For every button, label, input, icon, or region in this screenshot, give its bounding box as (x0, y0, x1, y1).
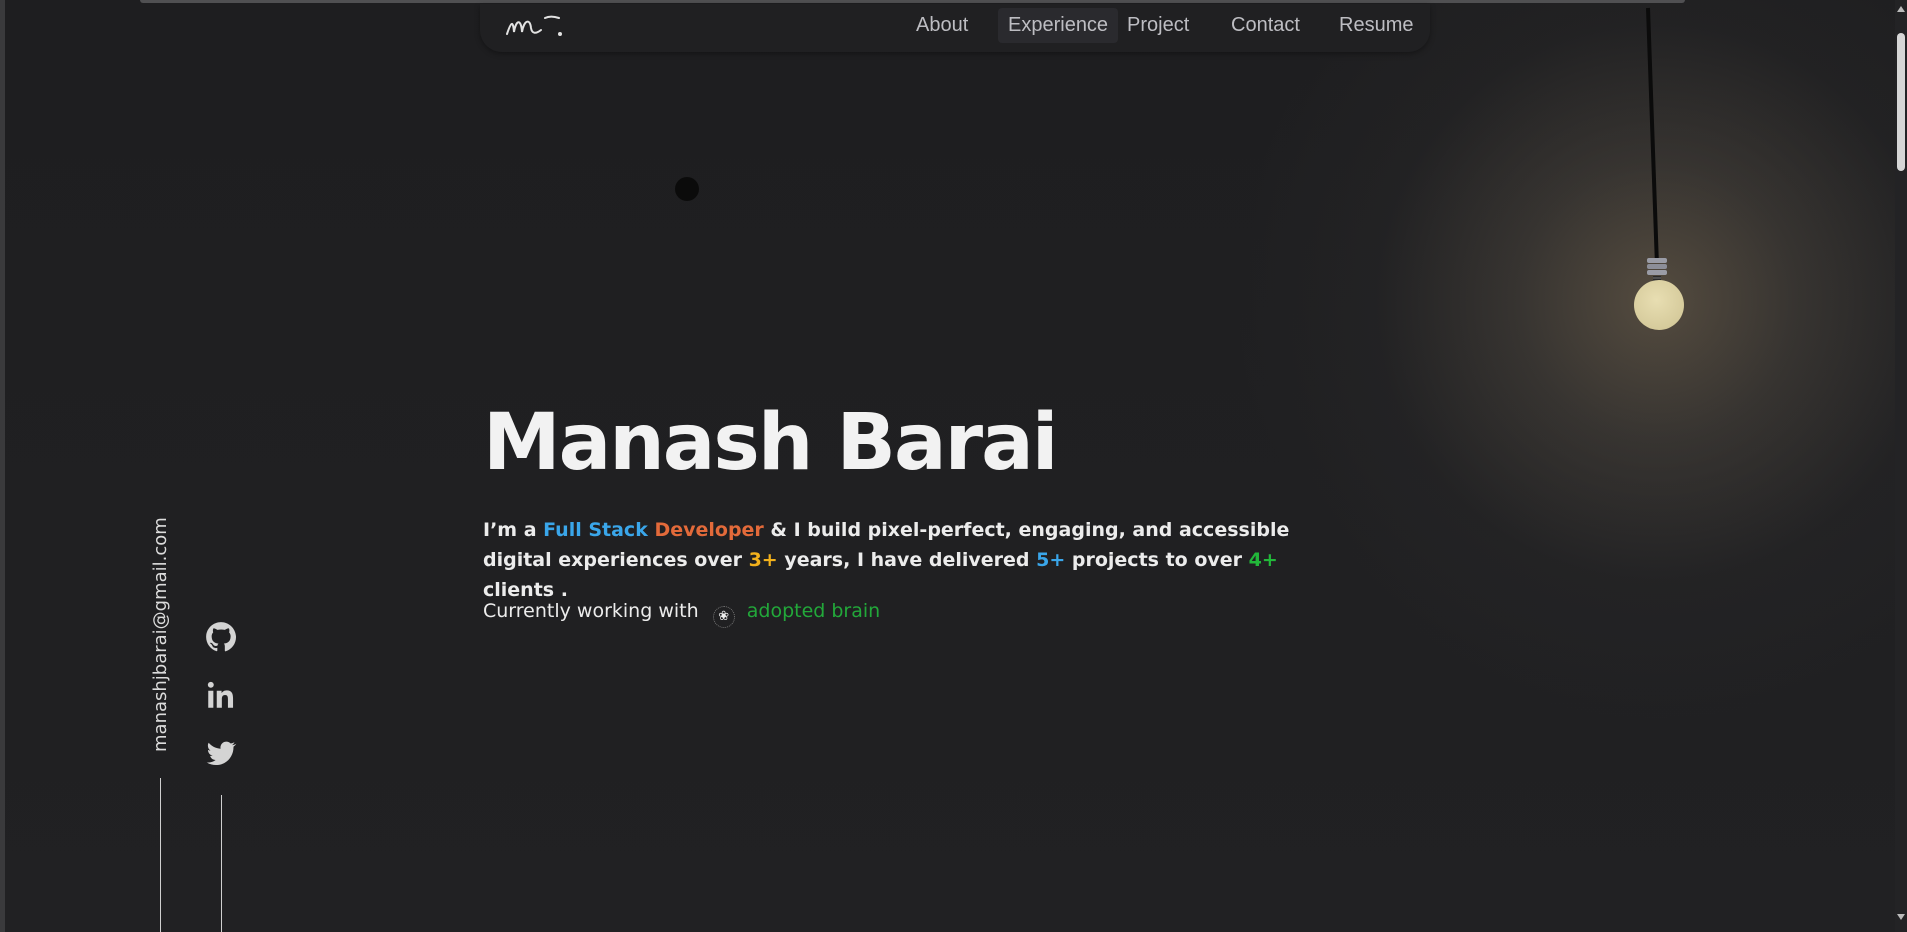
intro-text: clients . (483, 579, 568, 601)
working-label: Currently working with (483, 600, 699, 622)
portfolio-page: About Experience Project Contact Resume … (0, 0, 1907, 932)
company-link[interactable]: adopted brain (747, 600, 880, 622)
window-top-border (140, 0, 1685, 3)
intro-clients: 4+ (1248, 549, 1278, 571)
scroll-down-icon[interactable] (1897, 914, 1905, 920)
hero-intro: I’m a Full Stack Developer & I build pix… (483, 515, 1343, 605)
nav-project[interactable]: Project (1127, 14, 1189, 37)
email-link[interactable]: manashjbarai@gmail.com (150, 517, 171, 752)
intro-projects: 5+ (1036, 549, 1066, 571)
intro-text: I’m a (483, 519, 544, 541)
email-divider-line (160, 778, 161, 932)
nav-about[interactable]: About (916, 14, 968, 37)
intro-full-stack: Full Stack (543, 519, 648, 541)
logo-signature-icon (506, 15, 562, 36)
intro-years: 3+ (748, 549, 778, 571)
intro-developer: Developer (654, 519, 764, 541)
scroll-up-icon[interactable] (1897, 6, 1905, 12)
github-icon (206, 622, 237, 652)
lamp-socket (1646, 258, 1668, 288)
nav-resume[interactable]: Resume (1339, 14, 1413, 37)
intro-text: years, I have delivered (777, 549, 1037, 571)
lamp-cord[interactable] (1646, 7, 1659, 263)
hero-name: Manash Barai (483, 398, 1058, 488)
logo[interactable] (505, 10, 567, 42)
current-work: Currently working with ❀ adopted brain (483, 600, 880, 628)
linkedin-icon (207, 681, 234, 708)
nav-contact[interactable]: Contact (1231, 14, 1300, 37)
linkedin-link[interactable] (204, 678, 238, 712)
twitter-icon (206, 741, 237, 766)
scrollbar-thumb[interactable] (1897, 33, 1905, 171)
twitter-link[interactable] (204, 736, 238, 770)
github-link[interactable] (204, 620, 238, 654)
social-divider-line (221, 795, 222, 932)
scrollbar[interactable] (1895, 0, 1907, 932)
nav-experience[interactable]: Experience (998, 8, 1119, 43)
custom-cursor-dot (675, 177, 699, 201)
intro-text: projects to over (1065, 549, 1249, 571)
brain-icon: ❀ (712, 606, 735, 628)
lamp-bulb[interactable] (1634, 280, 1684, 330)
